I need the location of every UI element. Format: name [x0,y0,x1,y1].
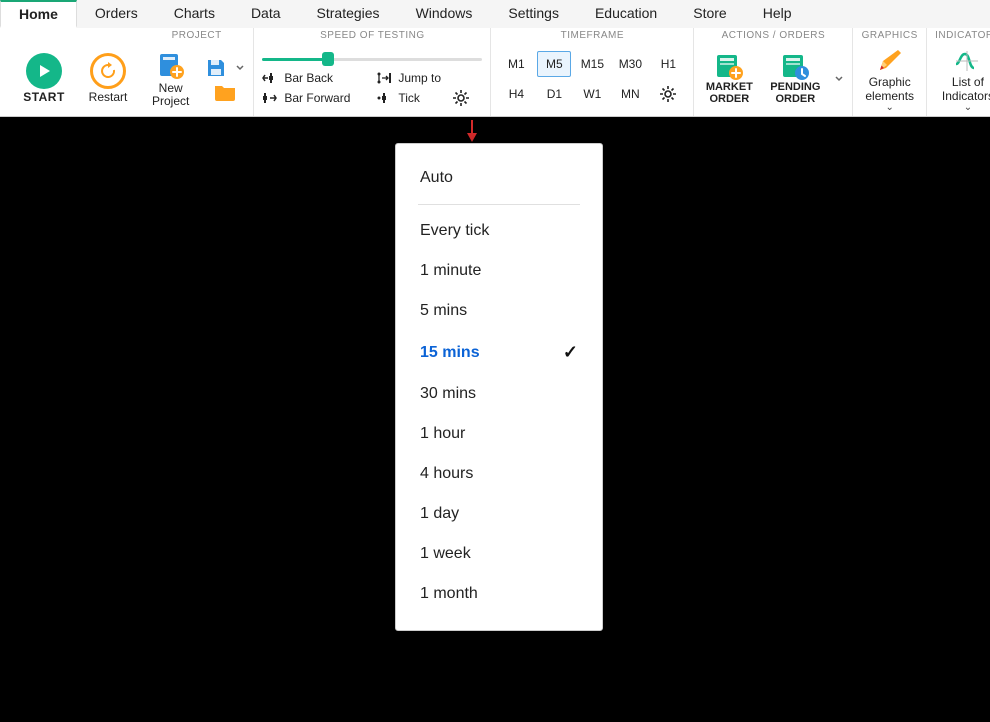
menu-tab-orders[interactable]: Orders [77,0,156,28]
pending-order-icon [780,52,810,80]
new-project-icon [156,50,186,80]
bar-forward-icon [262,92,278,104]
start-label: START [23,91,65,104]
dropdown-item[interactable]: 15 mins ✓ [396,331,602,374]
speed-slider[interactable] [262,51,482,67]
dropdown-item[interactable]: 1 week [396,534,602,574]
tick-settings-gear-icon[interactable] [452,89,470,107]
bar-forward-button[interactable]: Bar Forward [262,89,358,107]
dropdown-item[interactable]: 1 hour [396,414,602,454]
dropdown-item-label: 1 minute [420,262,481,280]
timeframe-header: TIMEFRAME [561,30,624,42]
timeframe-m1[interactable]: M1 [499,51,533,77]
dropdown-item-label: 1 week [420,545,471,563]
timeframe-grid: M1M5M15M30H1 H4D1W1MN [499,51,685,107]
market-order-label: MARKET ORDER [706,82,753,105]
dropdown-item[interactable]: Every tick [396,211,602,251]
ribbon: . START Restart PROJECT [0,28,990,116]
toolbar: HomeOrdersChartsDataStrategiesWindowsSet… [0,0,990,117]
dropdown-auto-label: Auto [420,169,453,187]
graphic-elements-button[interactable]: Graphic elements ⌄ [861,46,918,111]
menu-tab-settings[interactable]: Settings [490,0,577,28]
jump-step-dropdown: Auto Every tick 1 minute 5 mins 15 mins ✓ 30 … [395,143,603,631]
timeframe-m30[interactable]: M30 [613,51,647,77]
timeframe-m15[interactable]: M15 [575,51,609,77]
dropdown-item[interactable]: 1 day [396,494,602,534]
bar-back-label: Bar Back [284,71,333,85]
jump-to-button[interactable]: Jump to [376,71,441,85]
timeframe-settings-gear-icon[interactable] [651,81,685,107]
menu-tab-charts[interactable]: Charts [156,0,233,28]
dropdown-item[interactable]: 4 hours [396,454,602,494]
restart-icon [90,53,126,89]
dropdown-item-label: 15 mins [420,344,480,362]
pencil-icon [876,48,904,74]
menu-tab-data[interactable]: Data [233,0,299,28]
menu-tab-education[interactable]: Education [577,0,675,28]
menu-tab-help[interactable]: Help [745,0,810,28]
graphic-elements-label: Graphic elements [865,76,914,102]
indicators-icon [953,48,983,74]
new-project-button[interactable]: New Project [148,48,193,110]
bar-forward-label: Bar Forward [284,91,350,105]
timeframe-m5[interactable]: M5 [537,51,571,77]
speed-slider-knob[interactable] [322,52,334,66]
menu-tabs: HomeOrdersChartsDataStrategiesWindowsSet… [0,0,990,28]
project-header: PROJECT [172,30,222,42]
restart-button[interactable]: Restart [82,51,134,106]
menu-tab-store[interactable]: Store [675,0,744,28]
orders-chevron-icon[interactable] [834,73,844,85]
dropdown-item[interactable]: 1 minute [396,251,602,291]
timeframe-h4[interactable]: H4 [499,81,533,107]
actions-header: ACTIONS / ORDERS [722,30,826,42]
restart-label: Restart [89,91,128,104]
bar-back-button[interactable]: Bar Back [262,71,358,85]
dropdown-separator [418,204,580,205]
dropdown-item-label: 1 month [420,585,478,603]
jump-to-icon [376,71,392,85]
play-icon [26,53,62,89]
chevron-down-icon: ⌄ [886,105,894,110]
speed-header: SPEED OF TESTING [320,30,425,42]
dropdown-item-label: Every tick [420,222,489,240]
save-icon[interactable] [205,57,227,79]
menu-tab-windows[interactable]: Windows [398,0,491,28]
market-order-icon [714,52,744,80]
jump-to-label: Jump to [398,71,441,85]
new-project-label: New Project [152,82,189,108]
tick-label: Tick [398,91,420,105]
dropdown-item-label: 1 day [420,505,459,523]
graphics-header: GRAPHICS [862,30,918,42]
menu-tab-strategies[interactable]: Strategies [299,0,398,28]
timeframe-h1[interactable]: H1 [651,51,685,77]
dropdown-item-label: 30 mins [420,385,476,403]
timeframe-w1[interactable]: W1 [575,81,609,107]
chevron-down-icon: ⌄ [964,105,972,110]
dropdown-item-label: 5 mins [420,302,467,320]
pending-order-label: PENDING ORDER [770,82,820,105]
check-icon: ✓ [563,342,578,363]
timeframe-d1[interactable]: D1 [537,81,571,107]
start-button[interactable]: START [18,51,70,106]
dropdown-item-label: 4 hours [420,465,473,483]
dropdown-item-auto[interactable]: Auto [396,158,602,198]
dropdown-item[interactable]: 5 mins [396,291,602,331]
indicators-label: List of Indicators [942,76,990,102]
tick-button[interactable]: Tick [376,89,470,107]
save-chevron-icon[interactable] [235,62,245,74]
dropdown-item[interactable]: 1 month [396,574,602,614]
arrow-pointer-icon [465,120,479,142]
indicators-header: INDICATORS [935,30,990,42]
timeframe-mn[interactable]: MN [613,81,647,107]
menu-tab-home[interactable]: Home [0,0,77,28]
tick-icon [376,91,392,105]
market-order-button[interactable]: MARKET ORDER [702,52,756,105]
dropdown-item-label: 1 hour [420,425,465,443]
dropdown-item[interactable]: 30 mins [396,374,602,414]
pending-order-button[interactable]: PENDING ORDER [768,52,822,105]
bar-back-icon [262,72,278,84]
open-folder-icon[interactable] [214,83,236,101]
list-of-indicators-button[interactable]: List of Indicators ⌄ [938,46,990,111]
